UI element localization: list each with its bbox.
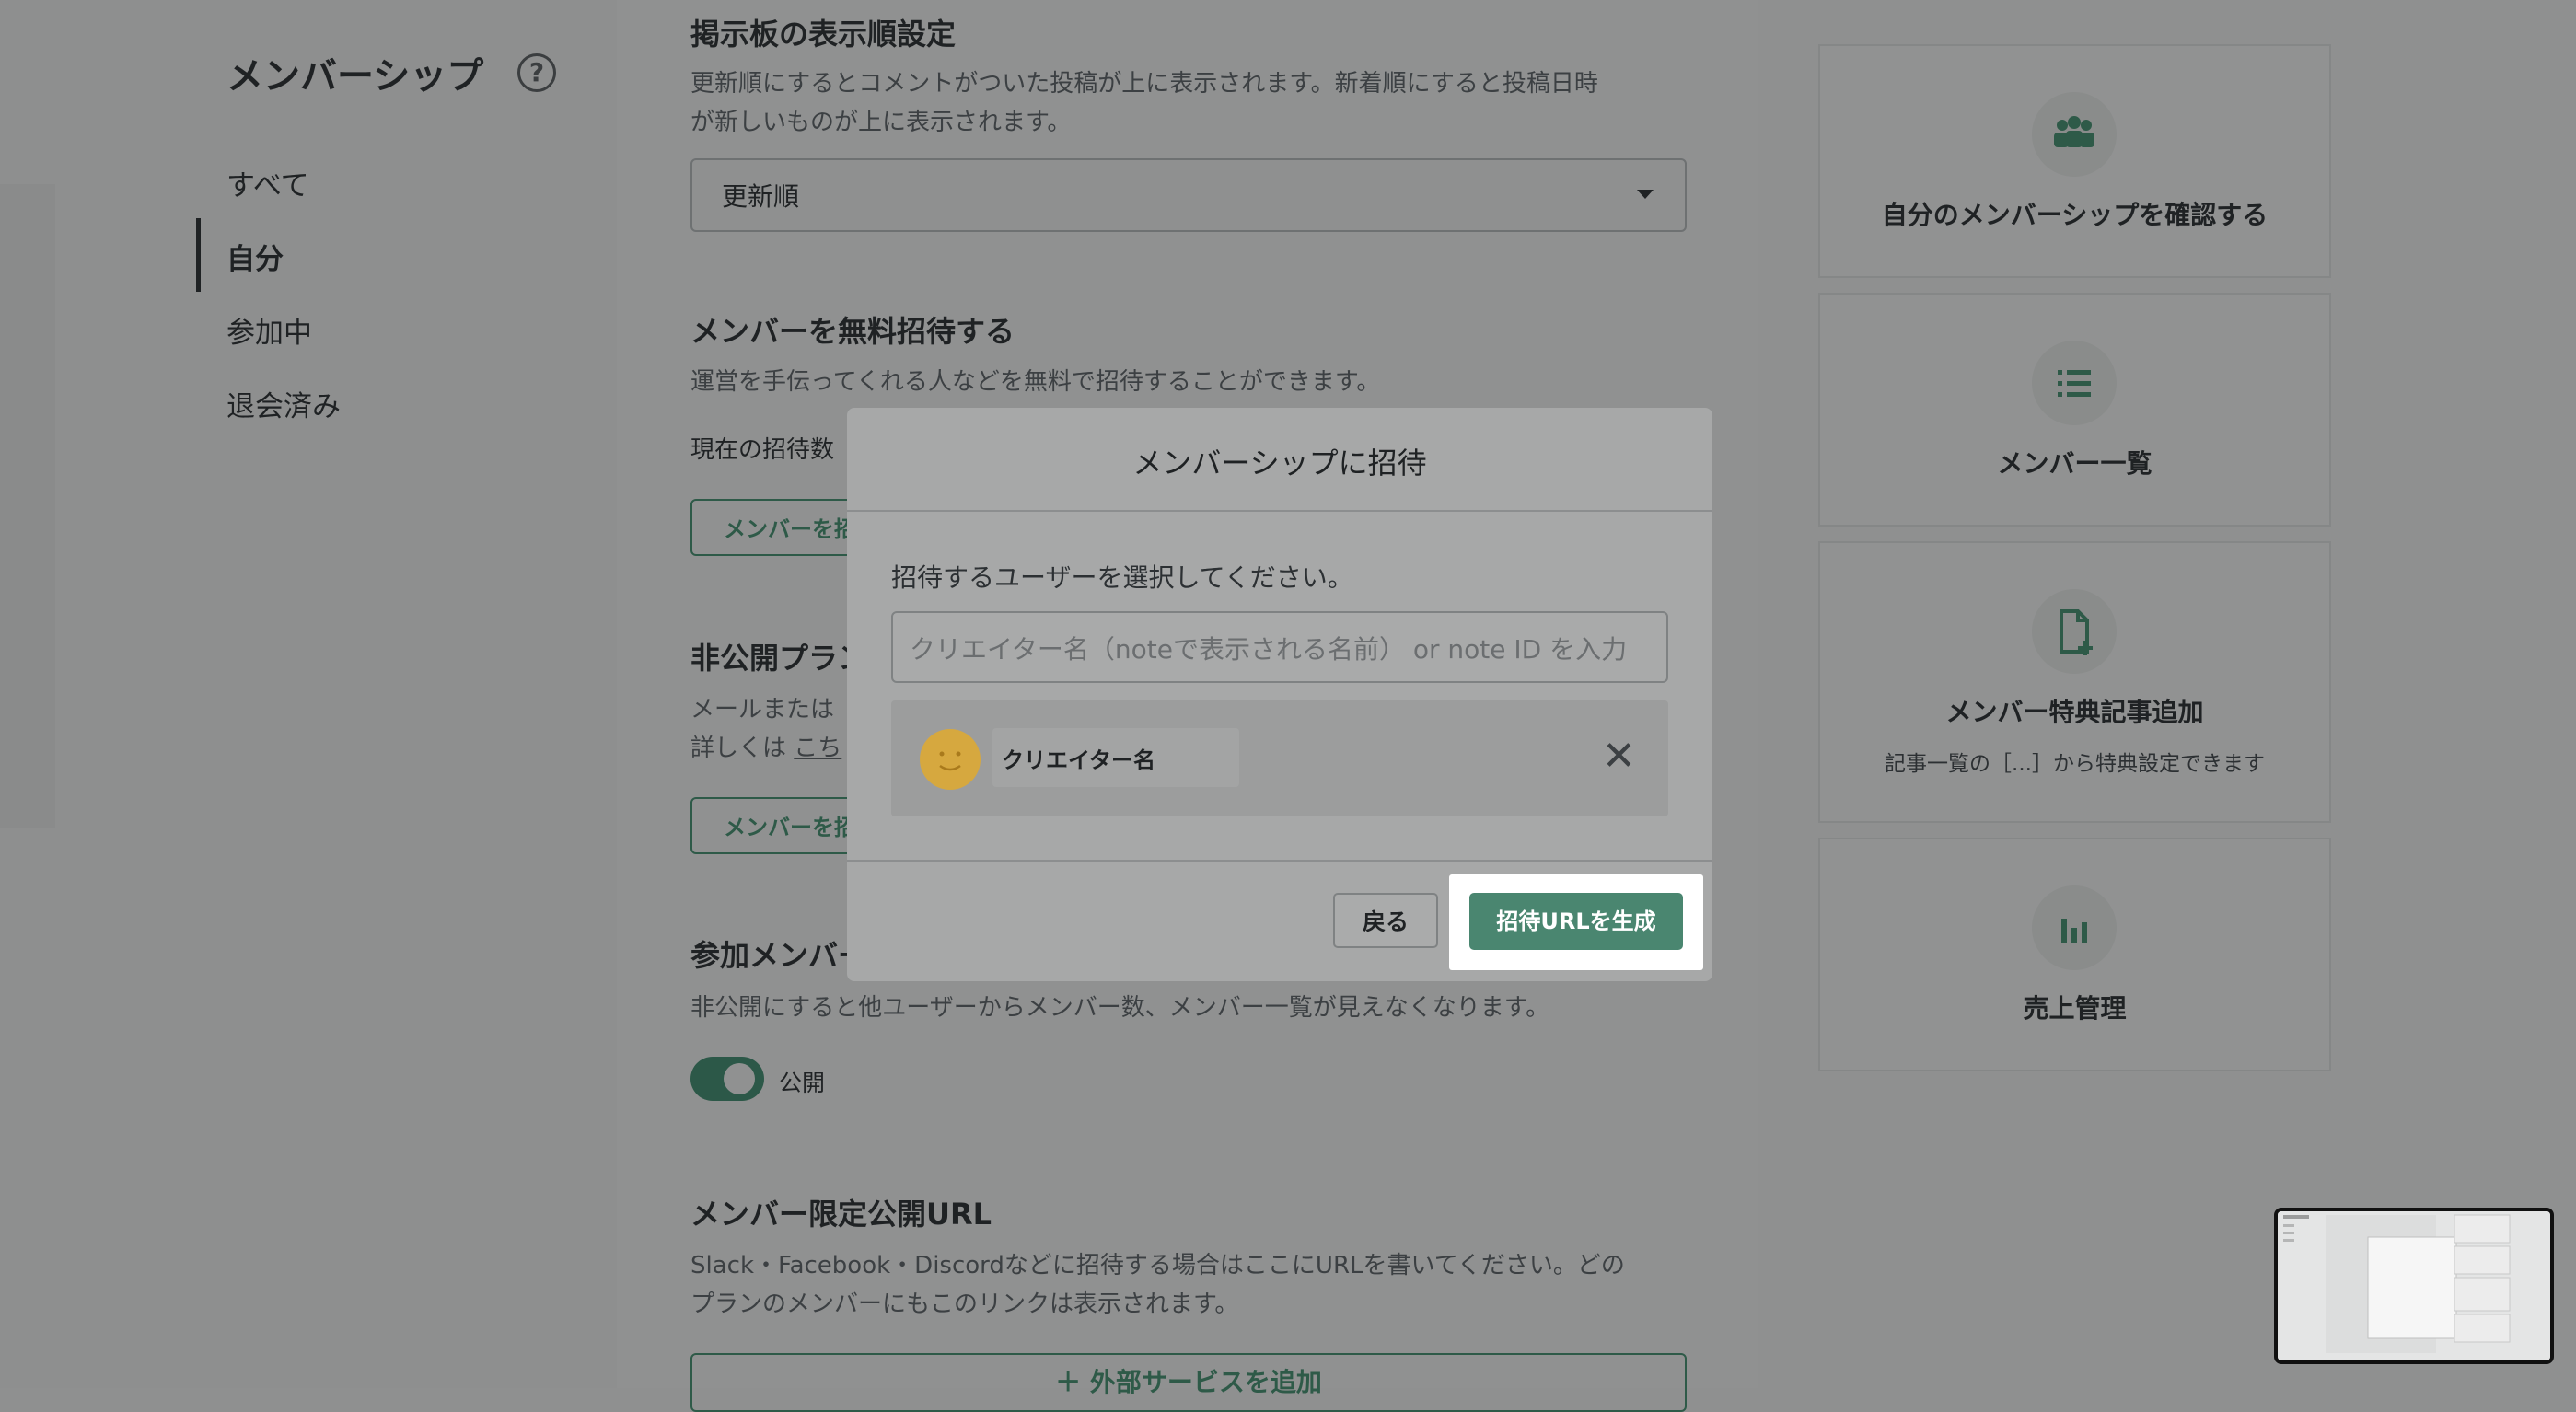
avatar xyxy=(920,729,981,790)
add-external-service-button[interactable]: ＋ 外部サービスを追加 xyxy=(690,1353,1687,1412)
list-icon xyxy=(2032,341,2117,425)
private-plan-desc-2: 詳しくは こち xyxy=(690,729,841,768)
nav-item-all[interactable]: すべて xyxy=(226,162,309,203)
sort-select-value: 更新順 xyxy=(722,181,800,212)
page-minimap[interactable] xyxy=(2274,1208,2554,1364)
member-visibility-heading: 参加メンバー xyxy=(690,938,868,973)
card-sales-label: 売上管理 xyxy=(2023,993,2127,1024)
help-icon[interactable]: ? xyxy=(517,53,556,92)
file-add-icon xyxy=(2032,589,2117,674)
nav-item-mine[interactable]: 自分 xyxy=(226,236,284,277)
bar-chart-icon xyxy=(2032,885,2117,970)
toggle-knob xyxy=(724,1063,755,1094)
nav-item-left[interactable]: 退会済み xyxy=(226,383,341,424)
limited-url-heading: メンバー限定公開URL xyxy=(690,1197,992,1232)
modal-title: メンバーシップに招待 xyxy=(1132,446,1427,480)
chevron-down-icon xyxy=(1637,190,1654,199)
remove-user-close-icon[interactable]: ✕ xyxy=(1602,736,1636,777)
member-visibility-desc: 非公開にすると他ユーザーからメンバー数、メンバー一覧が見えなくなります。 xyxy=(690,994,1550,1022)
sort-desc-2: が新しいものが上に表示されます。 xyxy=(690,109,1072,136)
sort-desc-1: 更新順にするとコメントがついた投稿が上に表示されます。新着順にすると投稿日時 xyxy=(690,70,1598,98)
people-group-icon xyxy=(2032,92,2117,177)
card-add-article-sub: 記事一覧の［...］から特典設定できます xyxy=(1885,752,2265,776)
creator-search-placeholder: クリエイター名（noteで表示される名前） or note ID を入力 xyxy=(910,634,1628,665)
card-add-article-label: メンバー特典記事追加 xyxy=(1945,697,2204,727)
modal-prompt: 招待するユーザーを選択してください。 xyxy=(891,562,1353,593)
generate-invite-url-button[interactable]: 招待URLを生成 xyxy=(1469,893,1683,950)
limited-url-desc-1: Slack・Facebook・Discordなどに招待する場合はここにURLを書… xyxy=(690,1252,1625,1279)
card-member-list-label: メンバー一覧 xyxy=(1997,448,2152,479)
limited-url-desc-2: プランのメンバーにもこのリンクは表示されます。 xyxy=(690,1290,1239,1318)
modal-footer-divider xyxy=(847,860,1712,862)
back-button[interactable]: 戻る xyxy=(1333,893,1438,948)
visibility-toggle-label: 公開 xyxy=(779,1070,826,1096)
private-plan-desc-1: メールまたは xyxy=(690,696,835,723)
private-plan-desc-prefix: 詳しくは xyxy=(690,735,795,762)
private-plan-heading: 非公開プラン xyxy=(690,641,868,676)
nav-active-indicator xyxy=(196,218,201,292)
free-invite-heading: メンバーを無料招待する xyxy=(690,314,1015,349)
nav-item-joined[interactable]: 参加中 xyxy=(226,309,312,351)
invite-count-label: 現在の招待数 xyxy=(690,436,835,464)
private-plan-link[interactable]: こち xyxy=(794,735,841,762)
card-add-article[interactable] xyxy=(1818,541,2331,823)
sort-select[interactable] xyxy=(690,158,1687,232)
sort-heading: 掲示板の表示順設定 xyxy=(690,17,957,52)
selected-user-name: クリエイター名 xyxy=(1002,747,1156,773)
left-nav-panel xyxy=(0,0,617,1388)
modal-header-divider xyxy=(847,510,1712,512)
nav-title: メンバーシップ xyxy=(226,55,484,98)
free-invite-desc: 運営を手伝ってくれる人などを無料で招待することができます。 xyxy=(690,368,1381,396)
card-my-membership-label: 自分のメンバーシップを確認する xyxy=(1881,200,2269,230)
